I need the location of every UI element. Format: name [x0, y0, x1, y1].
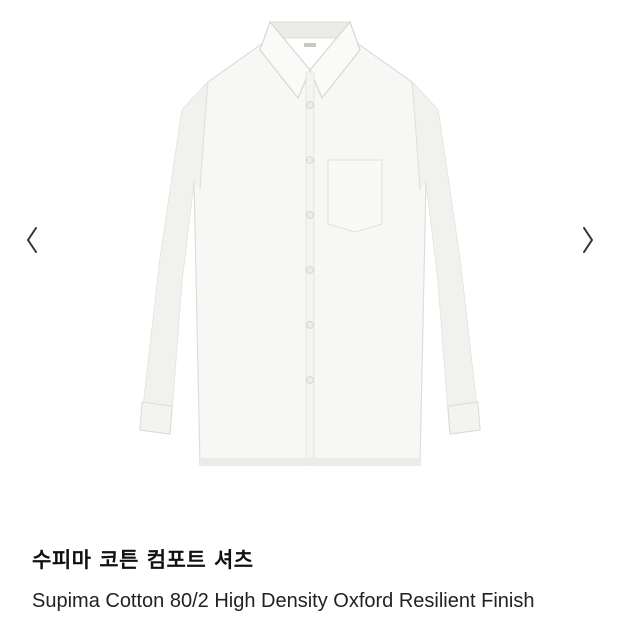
- product-page: 수피마 코튼 컴포트 셔츠 Supima Cotton 80/2 High De…: [0, 0, 620, 620]
- product-gallery: [0, 0, 620, 520]
- chevron-left-icon: [27, 227, 37, 253]
- chevron-right-icon: [583, 227, 593, 253]
- product-name-korean[interactable]: 수피마 코튼 컴포트 셔츠: [32, 544, 254, 574]
- gallery-prev-button[interactable]: [20, 222, 44, 258]
- product-name-english[interactable]: Supima Cotton 80/2 High Density Oxford R…: [32, 590, 588, 613]
- gallery-next-button[interactable]: [576, 222, 600, 258]
- white-shirt-image: [139, 20, 481, 466]
